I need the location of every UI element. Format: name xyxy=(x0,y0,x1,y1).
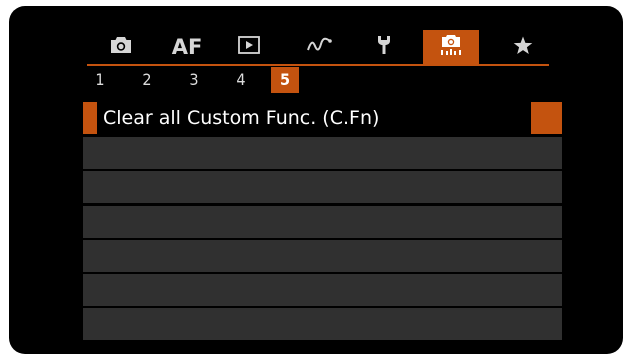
tab-shooting[interactable] xyxy=(103,30,139,64)
tab-af[interactable]: AF xyxy=(167,30,207,64)
menu-item-empty xyxy=(83,308,562,340)
menu-item-empty xyxy=(83,274,562,306)
wrench-icon xyxy=(376,35,392,59)
menu-item-empty xyxy=(83,240,562,272)
menu-item-empty xyxy=(83,137,562,169)
tab-underline xyxy=(87,64,549,66)
menu-item-highlight: Clear all Custom Func. (C.Fn) xyxy=(97,102,531,134)
star-icon xyxy=(513,36,533,59)
menu-item-label: Clear all Custom Func. (C.Fn) xyxy=(103,107,380,129)
tab-custom-functions[interactable] xyxy=(423,30,479,64)
camera-icon xyxy=(110,36,132,58)
tab-playback[interactable] xyxy=(229,30,269,64)
page-1[interactable]: 1 xyxy=(86,67,114,93)
page-4[interactable]: 4 xyxy=(227,67,255,93)
tab-af-label: AF xyxy=(171,35,203,59)
menu-item-empty xyxy=(83,206,562,238)
custom-functions-camera-icon xyxy=(439,34,463,60)
tab-wireless[interactable] xyxy=(299,30,339,64)
page-2[interactable]: 2 xyxy=(133,67,161,93)
menu-item-clear-custom-functions[interactable]: Clear all Custom Func. (C.Fn) xyxy=(83,102,562,134)
menu-item-empty xyxy=(83,171,562,203)
tab-setup[interactable] xyxy=(366,30,402,64)
camera-menu-screen: AF 1 2 3 4 5 Clear all Custom Func. (C.F… xyxy=(9,6,623,354)
page-5[interactable]: 5 xyxy=(271,67,299,93)
play-icon xyxy=(238,36,260,58)
wireless-icon xyxy=(306,37,332,57)
page-3[interactable]: 3 xyxy=(180,67,208,93)
tab-my-menu[interactable] xyxy=(505,30,541,64)
